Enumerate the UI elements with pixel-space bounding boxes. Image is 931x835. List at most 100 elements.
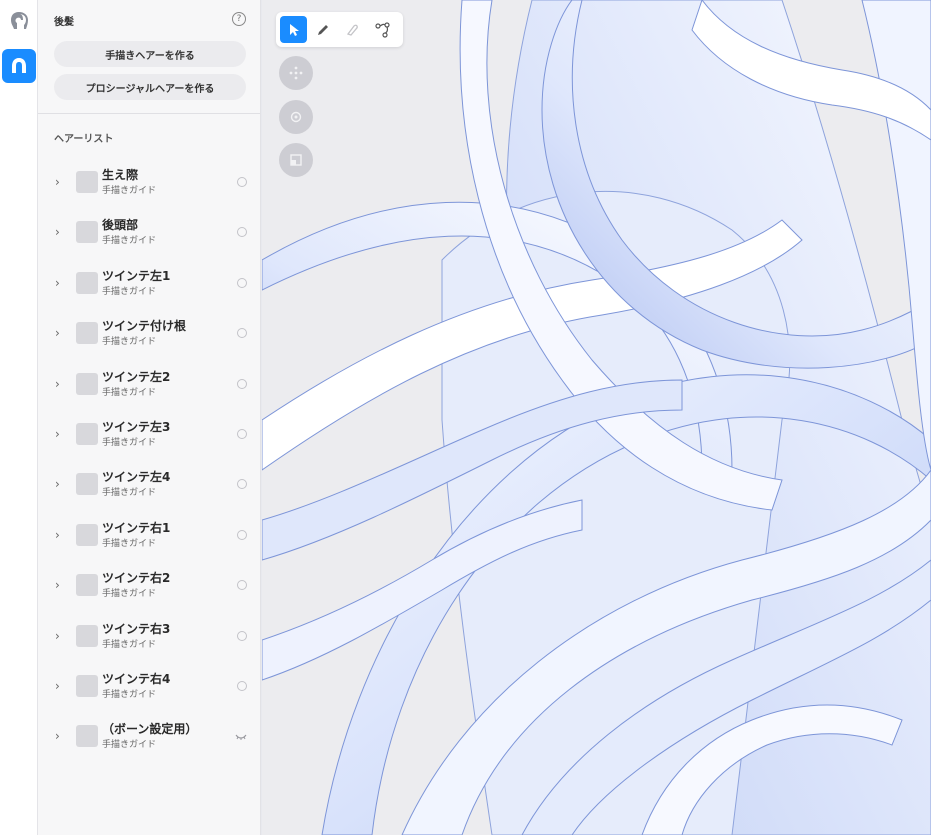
hidden-visibility-icon[interactable] [235,733,247,741]
move-icon [289,66,303,80]
hair-thumbnail [76,473,98,496]
hair-list-item[interactable]: › （ボーン設定用） 手描きガイド [38,711,260,761]
hair-item-name: （ボーン設定用） [102,722,198,737]
hair-thumbnail [76,523,98,546]
hair-item-type: 手描きガイド [102,538,157,549]
select-arrow-icon [289,23,299,36]
3d-viewport[interactable] [262,0,931,835]
eraser-icon [346,24,358,36]
hair-list-item[interactable]: › ツインテ左1 手描きガイド [38,258,260,308]
head-icon [11,12,28,29]
visibility-icon[interactable] [237,177,247,187]
hair-list-item[interactable]: › ツインテ左3 手描きガイド [38,409,260,459]
visibility-icon[interactable] [237,630,247,641]
hair-list-item[interactable]: › ツインテ右3 手描きガイド [38,611,260,661]
hair-list-title: ヘアーリスト [54,134,114,145]
visibility-icon[interactable] [237,277,247,288]
hair-list-item[interactable]: › ツインテ右4 手描きガイド [38,661,260,711]
expand-chevron-icon[interactable]: › [55,629,60,643]
expand-chevron-icon[interactable]: › [55,729,60,743]
hair-list-item[interactable]: › 生え際手描きガイド [38,157,260,207]
expand-chevron-icon[interactable]: › [55,578,60,592]
hair-item-type: 手描きガイド [102,740,157,751]
visibility-icon[interactable] [237,428,247,439]
hair-thumbnail [76,171,98,193]
visibility-icon[interactable] [237,328,247,339]
visibility-icon[interactable] [237,580,247,591]
hair-item-type: 手描きガイド [102,589,157,600]
pen-icon [317,24,328,35]
hair-thumbnail [76,271,98,294]
divider [38,113,260,114]
expand-chevron-icon[interactable]: › [55,477,60,491]
hair-item-name: ツインテ右2 [102,571,171,586]
hair-item-type: 手描きガイド [102,337,157,348]
hair-thumbnail [76,624,98,647]
hair-item-type: 手描きガイド [102,639,157,650]
hair-thumbnail [76,422,98,445]
hair-list-item[interactable]: › 後頭部手描きガイド [38,207,260,257]
drawing-toolbar [276,12,403,47]
visibility-icon[interactable] [237,479,247,490]
hair-item-name: ツインテ付け根 [102,319,187,334]
hair-panel: 後髪 ? 手描きヘアーを作る プロシージャルヘアーを作る ヘアーリスト › 生え際… [38,0,261,835]
visibility-icon[interactable] [237,378,247,389]
help-icon[interactable]: ? [232,12,246,26]
hair-item-name: 生え際 [102,168,139,182]
hair-item-name: 後頭部 [102,218,139,233]
hair-list-item[interactable]: › ツインテ左4 手描きガイド [38,459,260,509]
expand-chevron-icon[interactable]: › [55,175,60,189]
hair-item-name: ツインテ左1 [102,268,171,283]
hair-model-render [262,0,931,835]
head-mode-button[interactable] [2,4,36,38]
hair-item-name: ツインテ左4 [102,470,171,485]
hair-thumbnail [76,372,98,395]
hair-item-type: 手描きガイド [102,387,157,398]
mode-rail [0,0,38,835]
expand-chevron-icon[interactable]: › [55,528,60,542]
expand-chevron-icon[interactable]: › [55,377,60,391]
expand-chevron-icon[interactable]: › [55,276,60,290]
hair-list-item[interactable]: › ツインテ右2 手描きガイド [38,560,260,610]
select-tool-button[interactable] [280,16,307,43]
hair-item-type: 手描きガイド [102,689,157,700]
hair-mode-button[interactable] [2,49,36,83]
visibility-icon[interactable] [237,529,247,540]
fit-view-icon [290,154,302,166]
hair-list-item[interactable]: › ツインテ左2 手描きガイド [38,359,260,409]
expand-chevron-icon[interactable]: › [55,679,60,693]
create-procedural-hair-button[interactable]: プロシージャルヘアーを作る [54,74,246,100]
expand-chevron-icon[interactable]: › [55,326,60,340]
pen-tool-button[interactable] [309,16,336,43]
expand-chevron-icon[interactable]: › [55,427,60,441]
hair-item-name: ツインテ右1 [102,520,171,535]
create-freehand-hair-button[interactable]: 手描きヘアーを作る [54,41,246,67]
hair-thumbnail [76,221,98,244]
hair-item-type: 手描きガイド [102,488,157,499]
curve-edit-tool-button[interactable] [369,16,396,43]
hair-thumbnail [76,574,98,597]
hair-item-name: ツインテ左2 [102,369,171,384]
hair-thumbnail [76,322,98,345]
visibility-icon[interactable] [237,680,247,691]
hair-item-name: ツインテ右4 [102,671,171,686]
fit-view-button[interactable] [279,143,313,177]
expand-chevron-icon[interactable]: › [55,225,60,239]
hair-list-item[interactable]: › ツインテ付け根手描きガイド [38,308,260,358]
rotate-view-button[interactable] [279,100,313,134]
hair-item-name: ツインテ右3 [102,621,171,636]
move-view-button[interactable] [279,56,313,90]
hair-item-type: 手描きガイド [102,186,157,196]
hair-item-type: 手描きガイド [102,236,157,247]
hair-item-name: ツインテ左3 [102,419,171,434]
hair-thumbnail [76,674,98,697]
hair-list: › 生え際 手描きガイド › 後頭部 手描きガイド › ツインテ左1 手描きガイド › ツインテ付け… [38,157,260,762]
hair-icon [12,58,26,73]
visibility-icon[interactable] [237,227,247,238]
hair-list-item[interactable]: › ツインテ右1 手描きガイド [38,510,260,560]
hair-item-type: 手描きガイド [102,286,157,297]
hair-thumbnail [76,725,98,748]
eraser-tool-button[interactable] [338,16,365,43]
rotate-icon [290,111,302,123]
curve-edit-icon [374,21,390,38]
